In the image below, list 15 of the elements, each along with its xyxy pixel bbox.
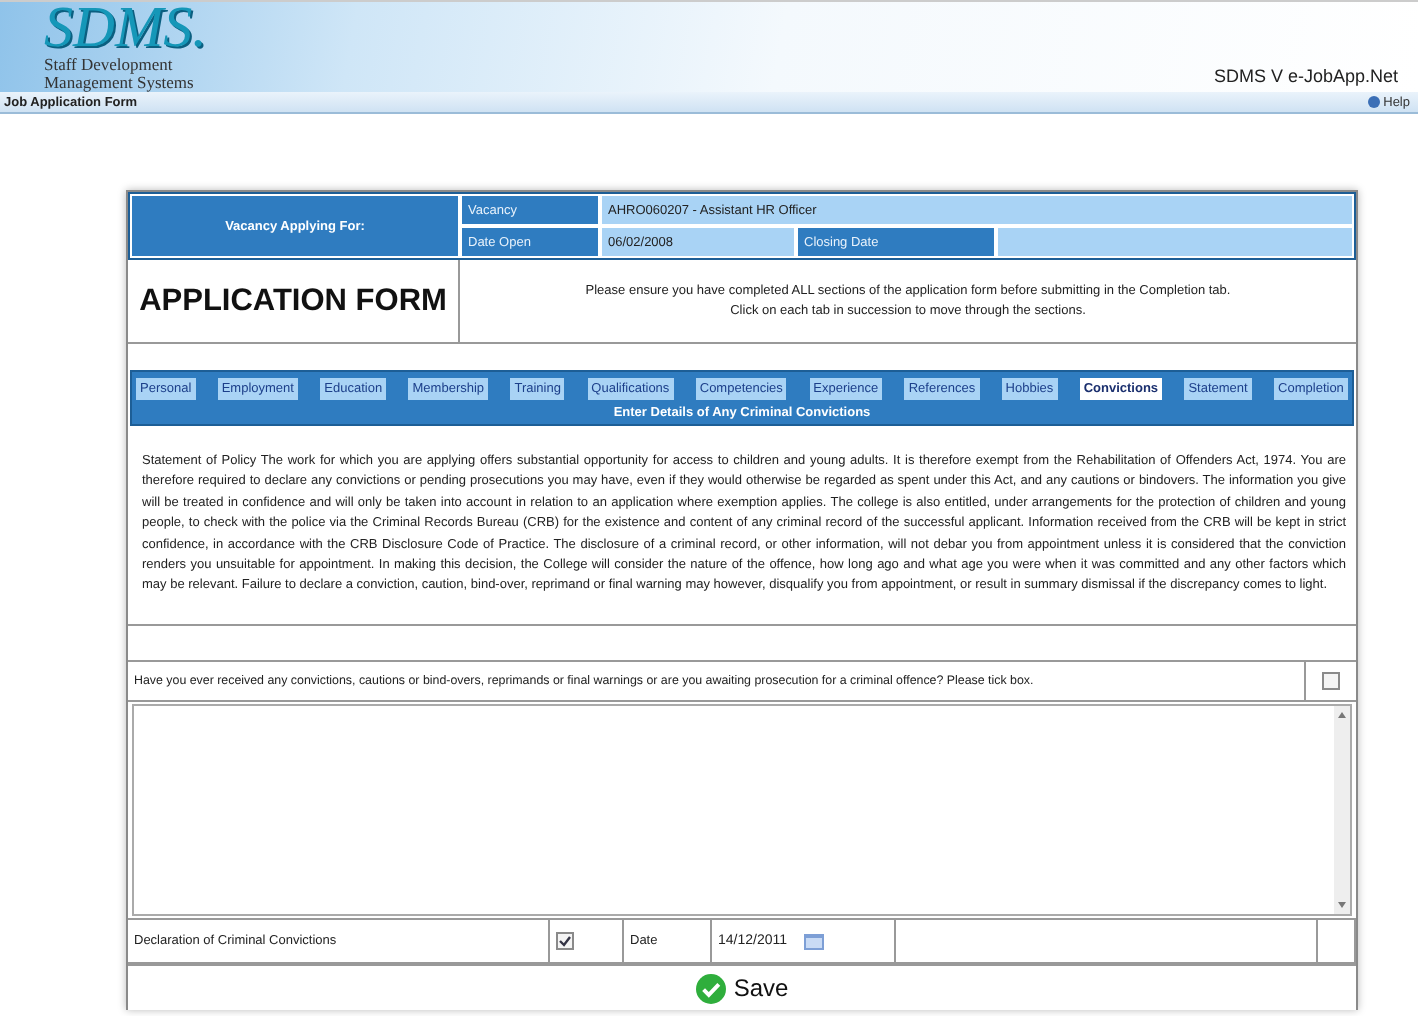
help-icon [1367, 96, 1380, 108]
logo: SDMS. [44, 0, 207, 56]
logo-subtitle: Staff Development [44, 56, 175, 73]
form-title: APPLICATION FORM [128, 260, 460, 342]
scrollbar[interactable] [1334, 706, 1350, 914]
checkbox[interactable] [1322, 672, 1340, 690]
calendar-icon[interactable] [803, 933, 824, 949]
checkbox[interactable] [556, 932, 574, 950]
details-textarea[interactable] [132, 704, 1352, 916]
logo-subtitle: Management Systems [44, 73, 196, 90]
scroll-down-icon[interactable] [1338, 902, 1346, 908]
scroll-up-icon[interactable] [1338, 712, 1346, 718]
product-name: SDMS V e-JobApp.Net [1213, 66, 1398, 90]
save-button[interactable]: Save [695, 973, 789, 1003]
check-icon [695, 973, 726, 1003]
